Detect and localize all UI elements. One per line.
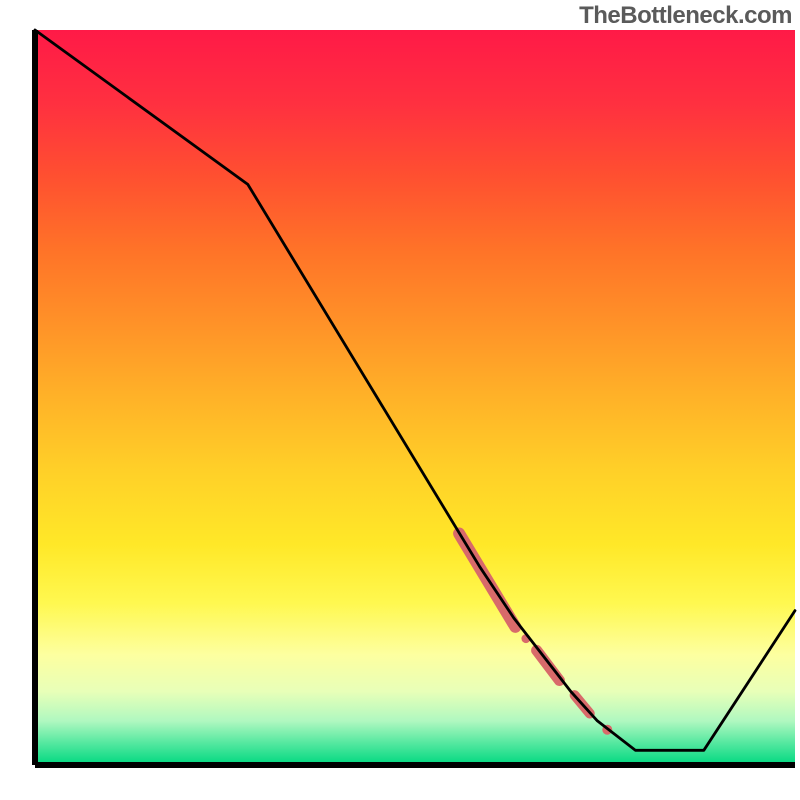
bottleneck-chart xyxy=(0,0,800,800)
chart-container: TheBottleneck.com xyxy=(0,0,800,800)
plot-background xyxy=(35,30,795,765)
watermark-text: TheBottleneck.com xyxy=(579,2,792,30)
